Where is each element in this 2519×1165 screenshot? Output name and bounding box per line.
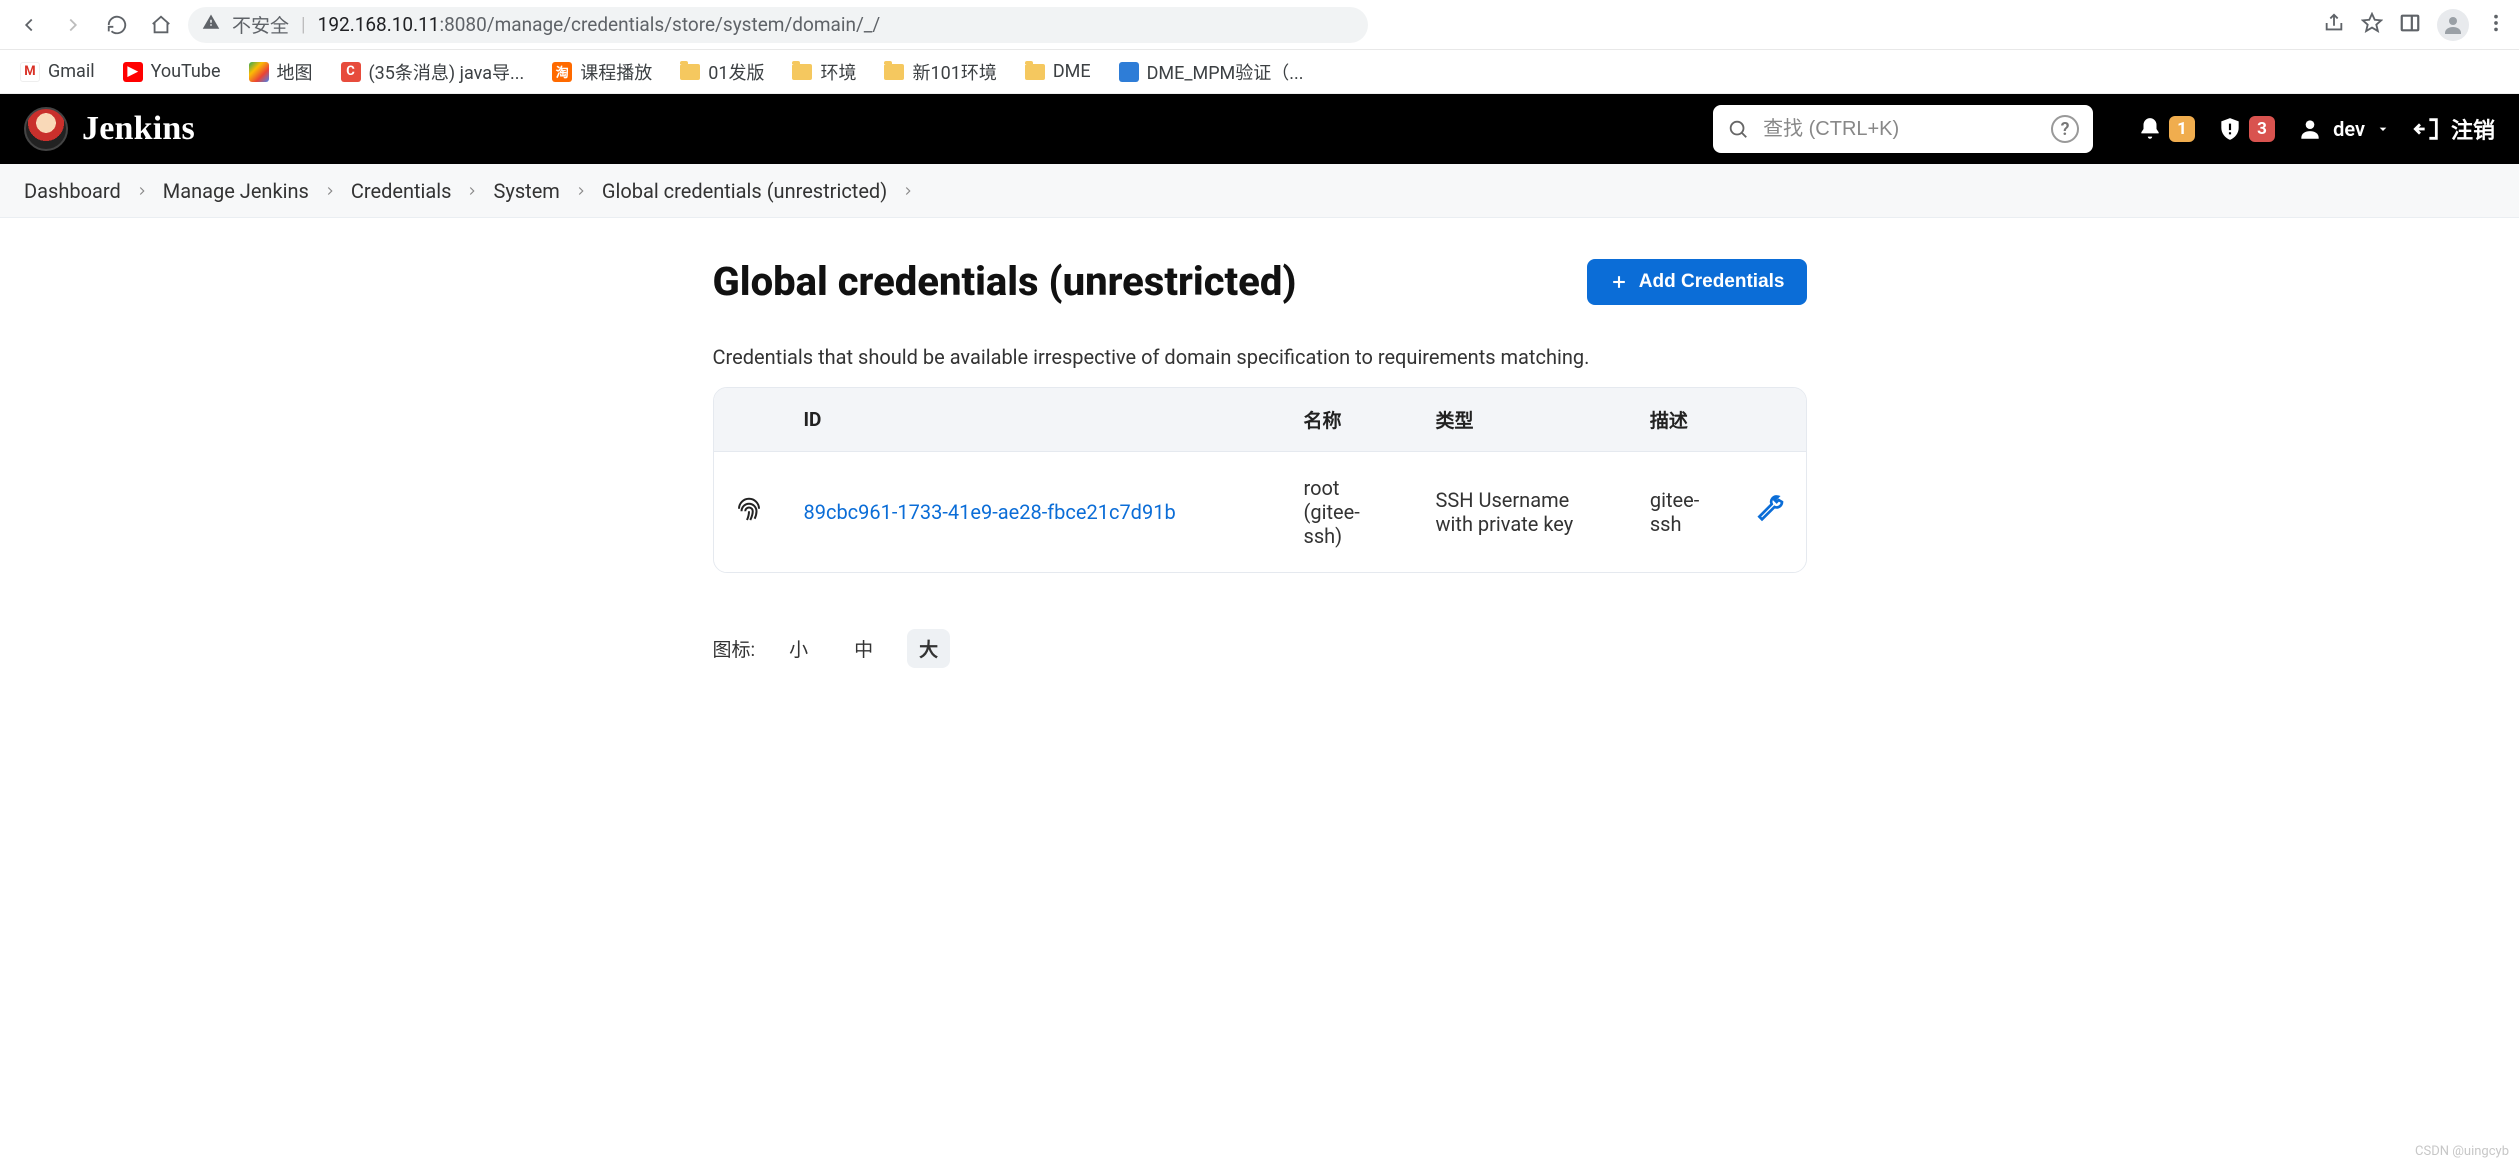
alert-badge: 3	[2249, 116, 2275, 142]
configure-credential-button[interactable]	[1734, 451, 1806, 572]
iconsize-option-small[interactable]: 小	[777, 629, 820, 668]
nav-home-button[interactable]	[144, 8, 178, 42]
logout-icon	[2413, 115, 2441, 143]
credentials-table: ID 名称 类型 描述 89cbc961-1733-41e9-ae28-fbce…	[713, 387, 1807, 573]
breadcrumb-link[interactable]: System	[493, 179, 559, 203]
folder-icon	[884, 64, 904, 80]
bookmarks-bar: MGmail ▶YouTube 地图 C(35条消息) java导... 淘课程…	[0, 50, 2519, 94]
jenkins-brand-text: Jenkins	[82, 110, 195, 148]
bell-icon	[2137, 116, 2163, 142]
username-label: dev	[2333, 117, 2365, 141]
bookmark-item[interactable]: 新101环境	[884, 59, 996, 85]
credential-id-link[interactable]: 89cbc961-1733-41e9-ae28-fbce21c7d91b	[804, 500, 1176, 524]
chevron-right-icon	[135, 179, 149, 203]
col-header-type[interactable]: 类型	[1416, 388, 1630, 451]
fingerprint-icon	[714, 451, 784, 572]
insecure-label: 不安全	[232, 11, 289, 38]
main-content: Global credentials (unrestricted) Add Cr…	[555, 218, 1965, 708]
table-row: 89cbc961-1733-41e9-ae28-fbce21c7d91b roo…	[714, 451, 1806, 572]
bookmark-item[interactable]: DME_MPM验证（...	[1119, 59, 1304, 85]
bookmark-item[interactable]: 01发版	[680, 59, 764, 85]
search-input[interactable]	[1763, 118, 2037, 141]
add-credentials-button[interactable]: Add Credentials	[1587, 259, 1807, 305]
bookmark-item[interactable]: DME	[1025, 61, 1091, 82]
logout-button[interactable]: 注销	[2413, 113, 2495, 145]
browser-toolbar: 不安全 | 192.168.10.11:8080/manage/credenti…	[0, 0, 2519, 50]
col-header-desc[interactable]: 描述	[1630, 388, 1734, 451]
share-icon[interactable]	[2323, 12, 2345, 38]
bookmark-item[interactable]: 环境	[792, 59, 856, 85]
chevron-right-icon	[323, 179, 337, 203]
folder-icon	[1025, 64, 1045, 80]
bookmark-item[interactable]: ▶YouTube	[123, 61, 221, 82]
chevron-right-icon	[574, 179, 588, 203]
credential-name: root (gitee-ssh)	[1284, 451, 1416, 572]
bookmark-item[interactable]: 地图	[249, 59, 313, 85]
chevron-right-icon	[901, 179, 915, 203]
bookmark-item[interactable]: C(35条消息) java导...	[341, 59, 525, 85]
chevron-down-icon	[2375, 121, 2391, 137]
breadcrumb-link[interactable]: Global credentials (unrestricted)	[602, 179, 887, 203]
breadcrumb: Dashboard Manage Jenkins Credentials Sys…	[0, 164, 2519, 218]
col-header-name[interactable]: 名称	[1284, 388, 1416, 451]
bookmark-item[interactable]: 淘课程播放	[552, 59, 652, 85]
breadcrumb-link[interactable]: Dashboard	[24, 179, 121, 203]
panel-icon[interactable]	[2399, 12, 2421, 38]
nav-back-button[interactable]	[12, 8, 46, 42]
chrome-menu-icon[interactable]	[2485, 12, 2507, 38]
iconsize-option-large[interactable]: 大	[907, 629, 950, 668]
chevron-right-icon	[465, 179, 479, 203]
notifications-button[interactable]: 1	[2137, 116, 2195, 142]
bookmark-star-icon[interactable]	[2361, 12, 2383, 38]
jenkins-mascot-icon	[24, 107, 68, 151]
shield-alert-icon	[2217, 116, 2243, 142]
page-description: Credentials that should be available irr…	[713, 345, 1807, 369]
jenkins-logo[interactable]: Jenkins	[24, 107, 195, 151]
col-header-id[interactable]: ID	[784, 388, 1284, 451]
plus-icon	[1609, 272, 1629, 292]
insecure-icon	[202, 13, 220, 36]
iconsize-label: 图标:	[713, 635, 756, 662]
add-credentials-label: Add Credentials	[1639, 271, 1785, 293]
folder-icon	[792, 64, 812, 80]
profile-avatar-icon[interactable]	[2437, 9, 2469, 41]
breadcrumb-link[interactable]: Credentials	[351, 179, 452, 203]
breadcrumb-link[interactable]: Manage Jenkins	[163, 179, 309, 203]
nav-forward-button[interactable]	[56, 8, 90, 42]
page-title: Global credentials (unrestricted)	[713, 258, 1297, 305]
folder-icon	[680, 64, 700, 80]
user-icon	[2297, 116, 2323, 142]
bookmark-item[interactable]: MGmail	[20, 61, 95, 82]
iconsize-option-medium[interactable]: 中	[842, 629, 885, 668]
url-bar[interactable]: 不安全 | 192.168.10.11:8080/manage/credenti…	[188, 7, 1368, 43]
search-icon	[1727, 118, 1749, 140]
watermark: CSDN @uingcyb	[2415, 1144, 2509, 1159]
logout-label: 注销	[2451, 113, 2495, 145]
search-help-icon[interactable]: ?	[2051, 115, 2079, 143]
credential-desc: gitee-ssh	[1630, 451, 1734, 572]
url-text: 192.168.10.11:8080/manage/credentials/st…	[318, 13, 881, 36]
jenkins-header: Jenkins ? 1 3 dev 注销	[0, 94, 2519, 164]
notif-badge: 1	[2169, 116, 2195, 142]
alerts-button[interactable]: 3	[2217, 116, 2275, 142]
icon-size-selector: 图标: 小 中 大	[713, 629, 1807, 668]
credential-type: SSH Username with private key	[1416, 451, 1630, 572]
search-box[interactable]: ?	[1713, 105, 2093, 153]
user-menu-button[interactable]: dev	[2297, 116, 2391, 142]
nav-reload-button[interactable]	[100, 8, 134, 42]
